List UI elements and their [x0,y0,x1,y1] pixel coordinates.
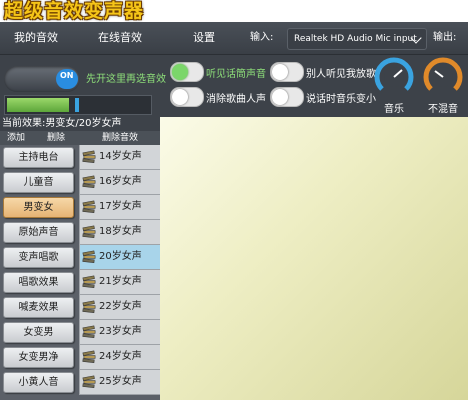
app-title: 超级音效变声器 [4,0,145,22]
music-gauge-icon[interactable] [374,57,414,97]
list-row: 喊麦效果 22岁女声 [0,295,161,320]
controls-panel: ON 先开这里再选音效 听见话筒声音 别人听见我放歌 消除歌曲人声 说话时音乐变… [0,55,468,117]
preset-item[interactable]: 17岁女声 [79,195,161,220]
switch-hear-mic-label: 听见话筒声音 [206,69,266,80]
tab-settings[interactable]: 设置 [184,22,224,54]
meter-peak-marker [75,98,79,112]
delete-button[interactable]: 删除 [40,131,72,145]
preset-item[interactable]: 20岁女声 [79,245,161,270]
content-panel [160,117,468,400]
preset-stack-icon [82,175,96,189]
preset-stack-icon [82,300,96,314]
switch-duck-music[interactable] [270,87,304,107]
category-button[interactable]: 女变男净 [3,347,74,368]
preset-label: 23岁女声 [99,326,142,337]
preset-label: 20岁女声 [99,251,142,262]
tab-bar: 我的音效 在线音效 设置 输入: Realtek HD Audio Mic in… [0,22,468,55]
preset-stack-icon [82,275,96,289]
no-mix-gauge-label: 不混音 [428,104,458,115]
list-row: 唱歌效果 21岁女声 [0,270,161,295]
switch-duck-music-label: 说话时音乐变小 [306,94,376,105]
preset-stack-icon [82,375,96,389]
list-row: 儿童音 16岁女声 [0,170,161,195]
preset-item[interactable]: 21岁女声 [79,270,161,295]
list-actions-bar: 添加 删除 删除音效 [0,131,160,145]
list-row: 小黄人音 25岁女声 [0,370,161,395]
list-row: 男变女 17岁女声 [0,195,161,220]
preset-label: 21岁女声 [99,276,142,287]
category-button[interactable]: 变声唱歌 [3,247,74,268]
preset-label: 16岁女声 [99,176,142,187]
preset-stack-icon [82,350,96,364]
preset-item[interactable]: 23岁女声 [79,320,161,345]
preset-item[interactable]: 16岁女声 [79,170,161,195]
tab-online-effects[interactable]: 在线音效 [82,22,158,54]
preset-item[interactable]: 14岁女声 [79,145,161,170]
preset-stack-icon [82,325,96,339]
preset-stack-icon [82,150,96,164]
category-button[interactable]: 女变男 [3,322,74,343]
output-label: 输出: [433,32,457,43]
power-hint: 先开这里再选音效 [86,74,166,85]
tab-my-effects[interactable]: 我的音效 [0,22,72,54]
category-button[interactable]: 唱歌效果 [3,272,74,293]
list-row: 变声唱歌 20岁女声 [0,245,161,270]
preset-item[interactable]: 18岁女声 [79,220,161,245]
effect-list: 主持电台 14岁女声儿童音 16岁女声男变女 17岁女声原始声音 18岁女声变声唱歌 20… [0,145,161,400]
preset-label: 22岁女声 [99,301,142,312]
category-button[interactable]: 喊麦效果 [3,297,74,318]
switch-others-hear-song-label: 别人听见我放歌 [306,69,376,80]
preset-label: 25岁女声 [99,376,142,387]
category-button[interactable]: 儿童音 [3,172,74,193]
switch-knob [272,89,288,105]
input-device-select[interactable]: Realtek HD Audio Mic input [287,28,427,50]
preset-stack-icon [82,200,96,214]
switch-remove-vocals-label: 消除歌曲人声 [206,94,266,105]
category-button[interactable]: 主持电台 [3,147,74,168]
list-row: 主持电台 14岁女声 [0,145,161,170]
category-button[interactable]: 男变女 [3,197,74,218]
input-device-value: Realtek HD Audio Mic input [294,34,417,44]
preset-label: 24岁女声 [99,351,142,362]
preset-label: 18岁女声 [99,226,142,237]
category-button[interactable]: 小黄人音 [3,372,74,393]
input-label: 输入: [250,32,274,43]
preset-item[interactable]: 22岁女声 [79,295,161,320]
preset-stack-icon [82,225,96,239]
toggle-on-label: ON [60,71,74,80]
music-gauge-label: 音乐 [384,104,404,115]
list-row: 原始声音 18岁女声 [0,220,161,245]
no-mix-gauge-icon[interactable] [423,57,463,97]
list-row: 女变男 23岁女声 [0,320,161,345]
main-window: 我的音效 在线音效 设置 输入: Realtek HD Audio Mic in… [0,22,468,400]
add-button[interactable]: 添加 [0,131,32,145]
switch-knob [272,64,288,80]
preset-label: 17岁女声 [99,201,142,212]
category-button[interactable]: 原始声音 [3,222,74,243]
list-row: 女变男净 24岁女声 [0,345,161,370]
switch-others-hear-song[interactable] [270,62,304,82]
effect-power-toggle[interactable]: ON [4,66,80,92]
current-effect-status: 当前效果:男变女/20岁女声 [0,117,162,131]
meter-level-bar [7,98,69,112]
preset-stack-icon [82,250,96,264]
switch-remove-vocals[interactable] [170,87,204,107]
switch-knob [172,64,188,80]
switch-knob [172,89,188,105]
preset-item[interactable]: 25岁女声 [79,370,161,395]
preset-item[interactable]: 24岁女声 [79,345,161,370]
volume-meter [4,95,152,115]
delete-effect-button[interactable]: 删除音效 [92,131,148,145]
preset-label: 14岁女声 [99,151,142,162]
switch-hear-mic[interactable] [170,62,204,82]
